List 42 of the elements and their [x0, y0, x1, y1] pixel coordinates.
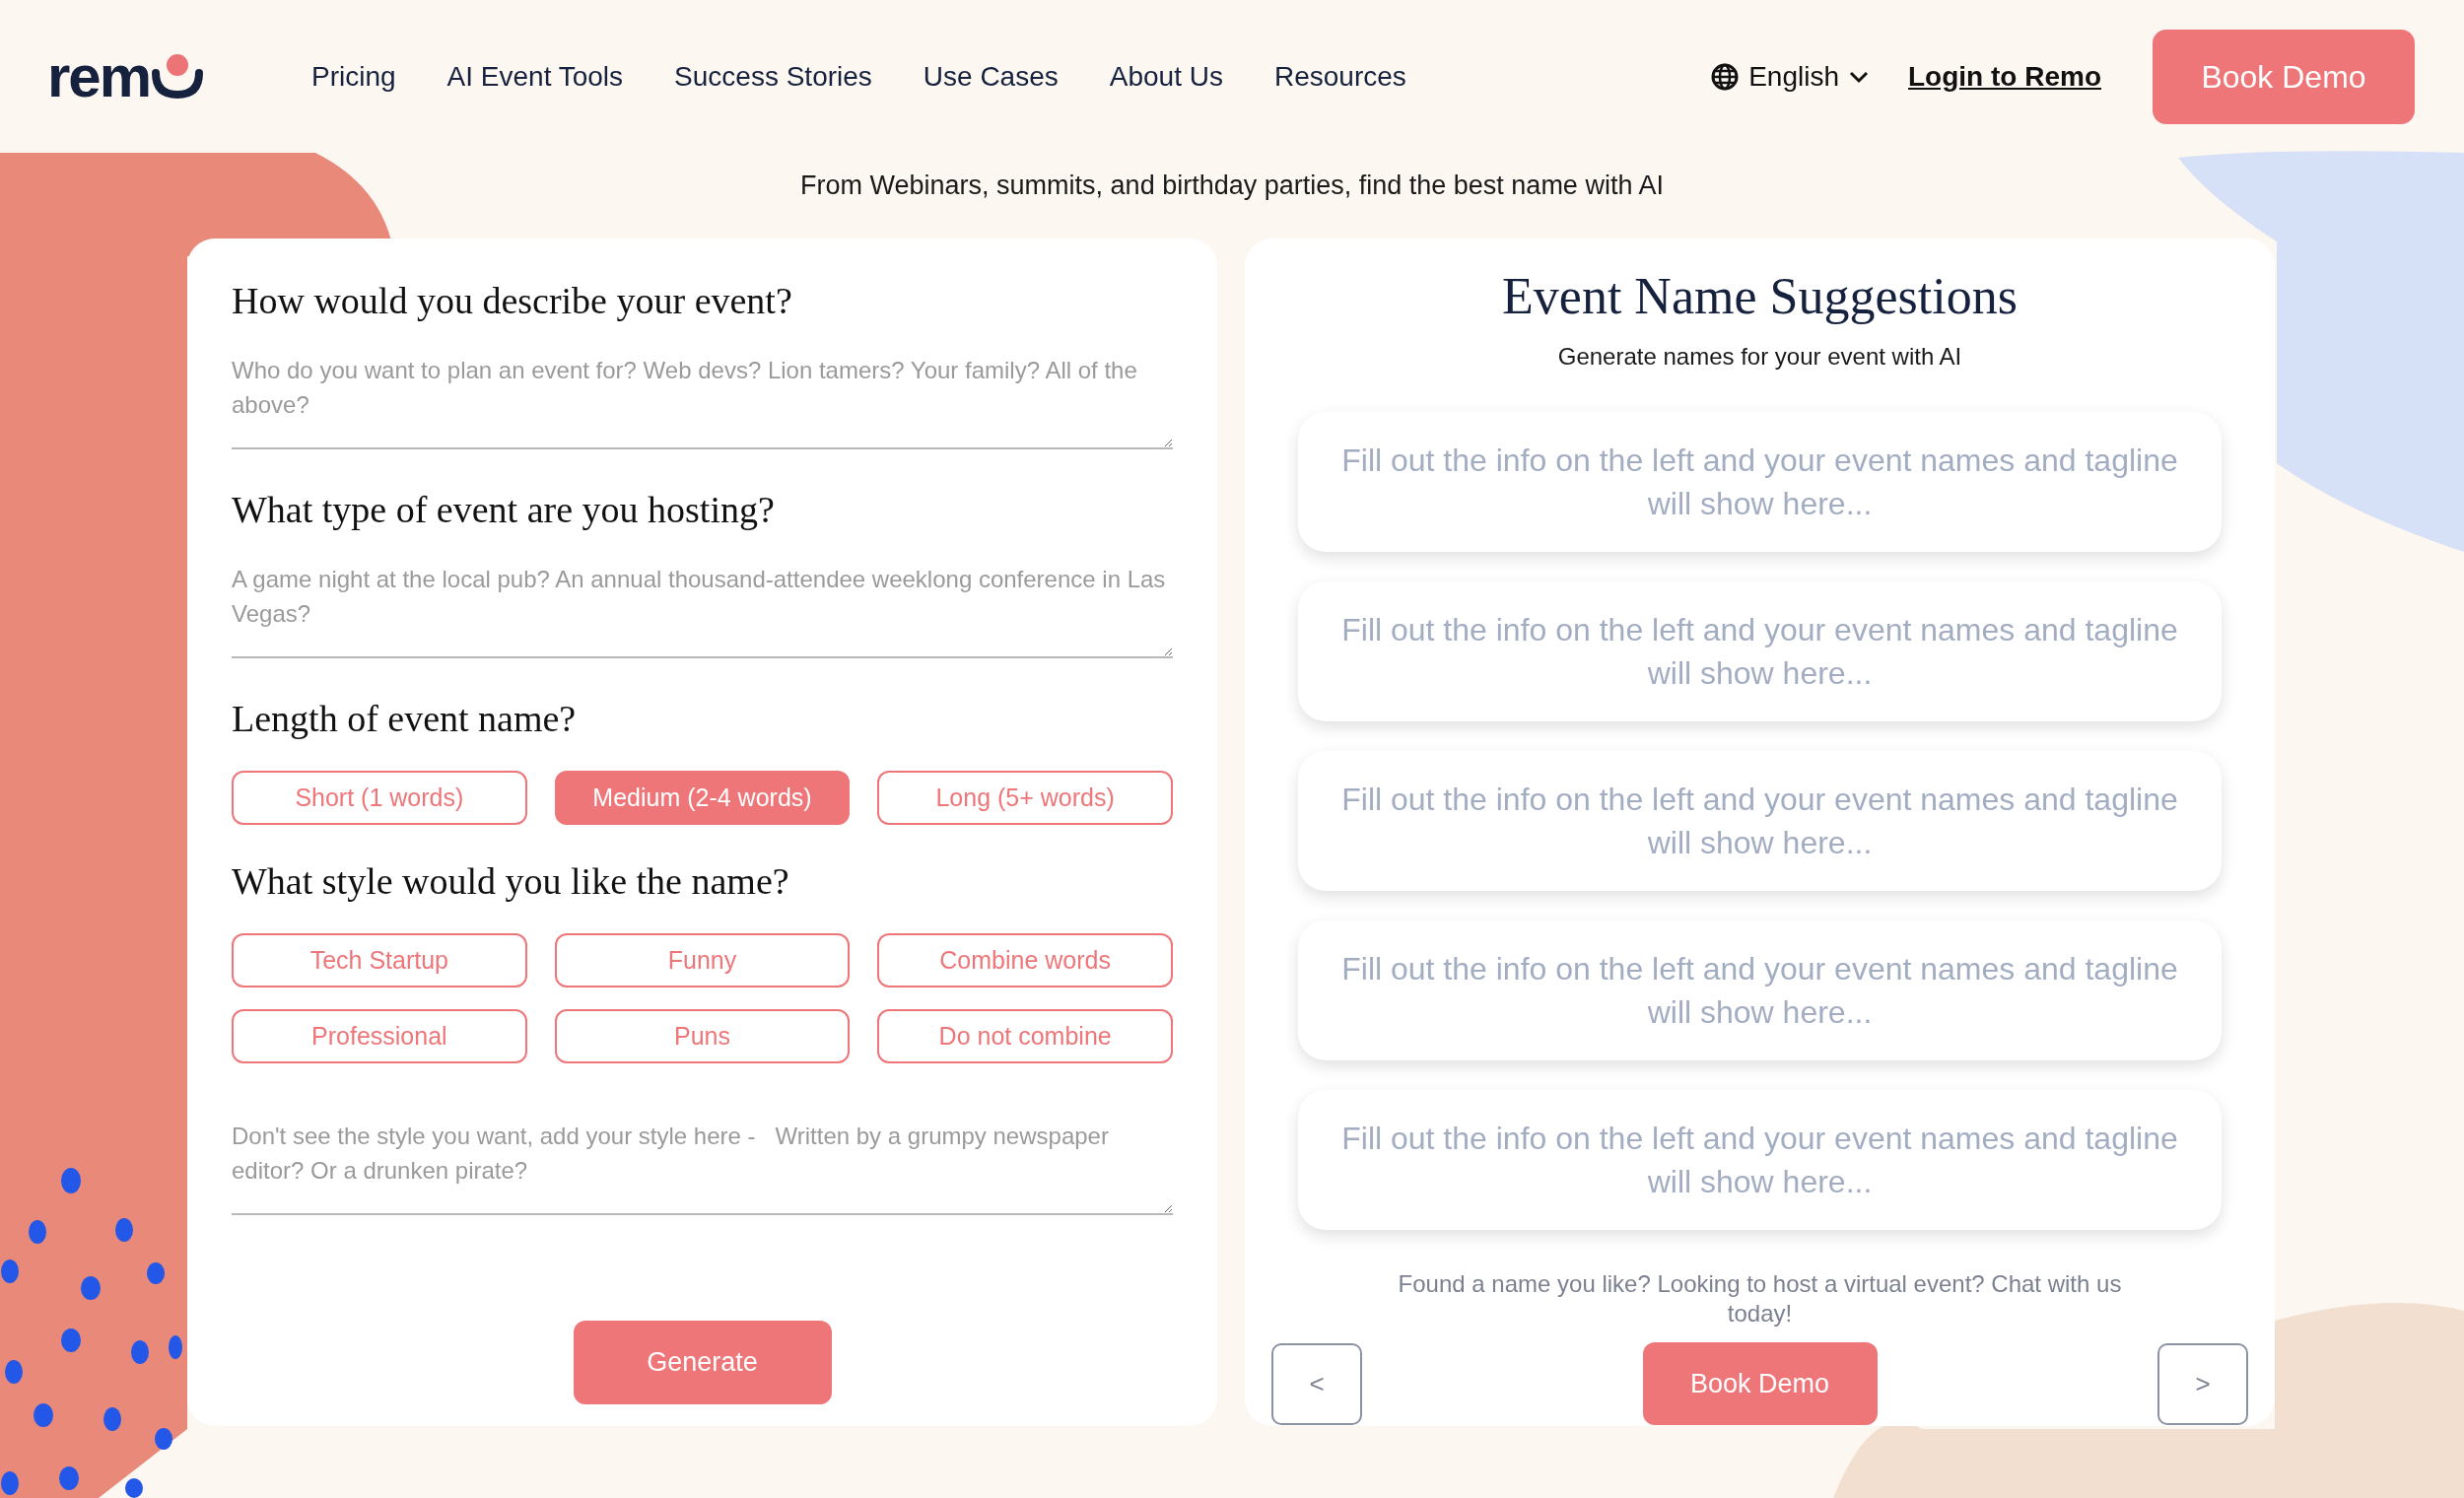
book-demo-button[interactable]: Book Demo: [2153, 29, 2415, 124]
nav-link[interactable]: Use Cases: [923, 55, 1059, 98]
suggestion-card: Fill out the info on the left and your event names and tagline will show here...: [1298, 920, 2222, 1060]
option-button[interactable]: Long (5+ words): [877, 771, 1173, 825]
option-button[interactable]: Do not combine: [877, 1009, 1173, 1063]
option-button[interactable]: Medium (2-4 words): [554, 771, 851, 825]
logo[interactable]: rem: [47, 46, 151, 106]
question-heading: What type of event are you hosting?: [232, 488, 776, 532]
nav-link[interactable]: Success Stories: [674, 55, 872, 98]
input-field[interactable]: Don't see the style you want, add your style here - Written by a grumpy newspaper editor? Or a drunken pirate?: [232, 1119, 1173, 1215]
logo-mark-icon: [152, 52, 204, 99]
suggestion-card: Fill out the info on the left and your event names and tagline will show here...: [1298, 751, 2222, 891]
question-heading: How would you describe your event?: [232, 279, 793, 323]
suggestion-card: Fill out the info on the left and your event names and tagline will show here...: [1298, 1090, 2222, 1230]
suggestion-card: Fill out the info on the left and your event names and tagline will show here...: [1298, 581, 2222, 721]
book-demo-button[interactable]: Book Demo: [1642, 1342, 1878, 1425]
option-button[interactable]: Combine words: [877, 933, 1173, 987]
results-title: Event Name Suggestions: [1502, 267, 2018, 326]
nav-link[interactable]: Resources: [1273, 55, 1406, 98]
option-button[interactable]: Short (1 words): [232, 771, 527, 825]
previous-button[interactable]: <: [1271, 1342, 1362, 1425]
footer-text: Found a name you like? Looking to host a virtual event? Chat with us today!: [1397, 1269, 2123, 1328]
nav-link[interactable]: AI Event Tools: [446, 55, 624, 98]
login-link[interactable]: Login to Remo: [1908, 55, 2101, 98]
input-field[interactable]: A game night at the local pub? An annual thousand-attendee weeklong conference in Las Vegas?: [232, 562, 1173, 658]
option-button[interactable]: Puns: [554, 1009, 851, 1063]
input-field[interactable]: Who do you want to plan an event for? Web devs? Lion tamers? Your family? All of the above?: [232, 353, 1173, 449]
nav-link[interactable]: Pricing: [311, 55, 396, 98]
language-selector[interactable]: English: [1711, 55, 1869, 98]
option-button[interactable]: Professional: [232, 1009, 527, 1063]
generate-button[interactable]: Generate: [573, 1321, 832, 1404]
chevron-down-icon: [1849, 69, 1869, 84]
results-subtitle: Generate names for your event with AI: [1557, 342, 1962, 372]
question-heading: What style would you like the name?: [232, 859, 790, 904]
suggestion-card: Fill out the info on the left and your event names and tagline will show here...: [1298, 412, 2222, 552]
option-button[interactable]: Tech Startup: [232, 933, 527, 987]
tagline: From Webinars, summits, and birthday parties, find the best name with AI: [799, 170, 1665, 201]
nav-link[interactable]: About Us: [1109, 55, 1223, 98]
next-button[interactable]: >: [2157, 1342, 2248, 1425]
globe-icon: [1711, 62, 1740, 91]
question-heading: Length of event name?: [232, 697, 578, 741]
option-button[interactable]: Funny: [554, 933, 851, 987]
